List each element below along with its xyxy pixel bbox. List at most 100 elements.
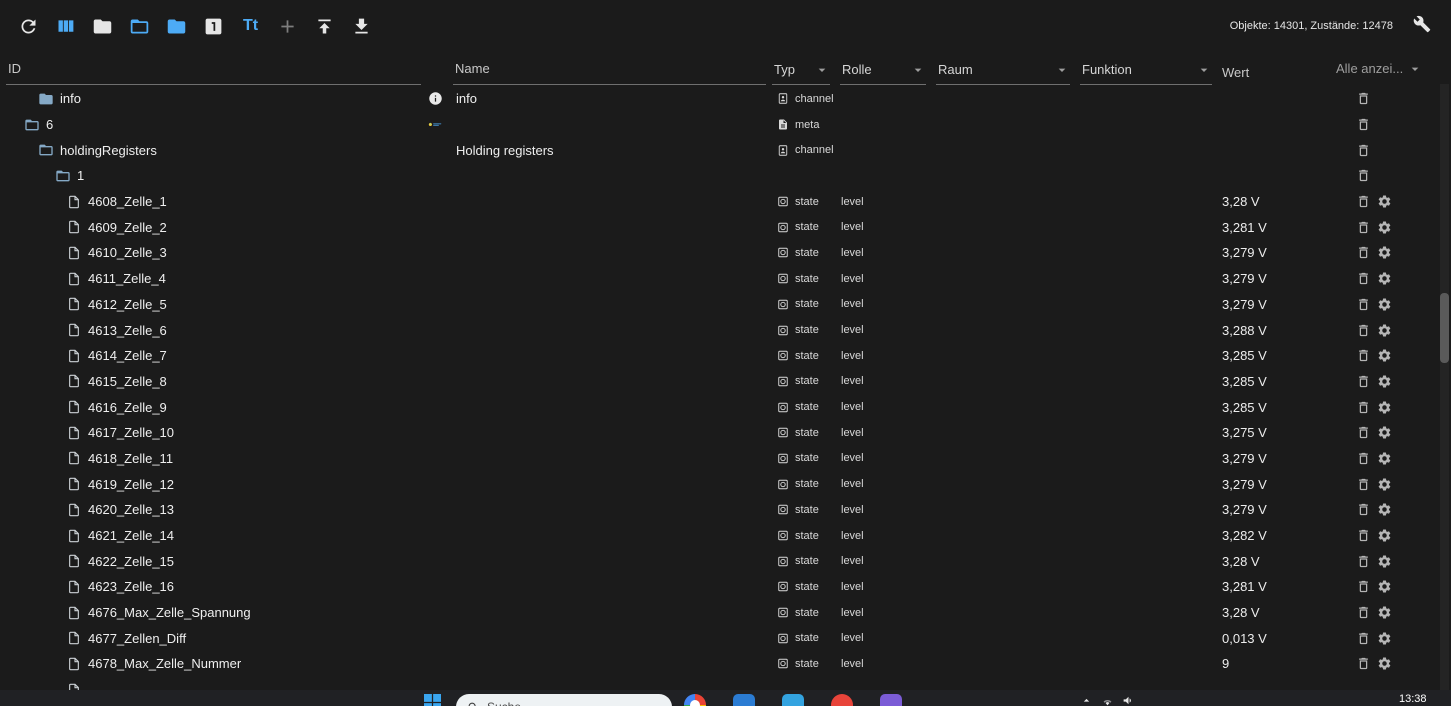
folder-icon[interactable] xyxy=(38,91,54,107)
table-row[interactable] xyxy=(0,677,1437,690)
table-row[interactable]: 4676_Max_Zelle_Spannung state level 3,28… xyxy=(0,600,1437,626)
table-row[interactable]: 4677_Zellen_Diff state level 0,013 V xyxy=(0,625,1437,651)
vertical-scrollbar-thumb[interactable] xyxy=(1440,293,1449,363)
settings-button[interactable] xyxy=(1377,579,1392,594)
function-filter-select[interactable]: Funktion xyxy=(1080,57,1212,85)
table-row[interactable]: 6 meta xyxy=(0,112,1437,138)
role-filter-select[interactable]: Rolle xyxy=(840,57,926,85)
taskbar-clock[interactable]: 13:38 xyxy=(1399,693,1427,705)
table-row[interactable]: 4611_Zelle_4 state level 3,279 V xyxy=(0,266,1437,292)
delete-button[interactable] xyxy=(1356,451,1371,466)
collapse-all-button[interactable] xyxy=(84,8,121,45)
settings-button[interactable] xyxy=(1377,477,1392,492)
expand-all-button[interactable] xyxy=(121,8,158,45)
room-filter-select[interactable]: Raum xyxy=(936,57,1070,85)
folder-open-icon[interactable] xyxy=(38,142,54,158)
delete-button[interactable] xyxy=(1356,168,1371,183)
table-row[interactable]: 4620_Zelle_13 state level 3,279 V xyxy=(0,497,1437,523)
add-object-button[interactable] xyxy=(269,8,306,45)
delete-button[interactable] xyxy=(1356,631,1371,646)
settings-button[interactable] xyxy=(1377,605,1392,620)
delete-button[interactable] xyxy=(1356,117,1371,132)
table-row[interactable]: 4623_Zelle_16 state level 3,281 V xyxy=(0,574,1437,600)
delete-button[interactable] xyxy=(1356,502,1371,517)
custom-filter-select[interactable]: Alle anzei... xyxy=(1334,56,1423,85)
delete-button[interactable] xyxy=(1356,425,1371,440)
table-row[interactable]: 4678_Max_Zelle_Nummer state level 9 xyxy=(0,651,1437,677)
settings-wrench-button[interactable] xyxy=(1407,11,1437,41)
import-objects-button[interactable] xyxy=(343,8,380,45)
delete-button[interactable] xyxy=(1356,348,1371,363)
table-row[interactable]: 4618_Zelle_11 state level 3,279 V xyxy=(0,446,1437,472)
settings-button[interactable] xyxy=(1377,400,1392,415)
vertical-scrollbar-track[interactable] xyxy=(1440,84,1449,690)
delete-button[interactable] xyxy=(1356,400,1371,415)
delete-button[interactable] xyxy=(1356,323,1371,338)
table-row[interactable]: 4615_Zelle_8 state level 3,285 V xyxy=(0,369,1437,395)
table-row[interactable]: 4610_Zelle_3 state level 3,279 V xyxy=(0,240,1437,266)
table-row[interactable]: 1 xyxy=(0,163,1437,189)
settings-button[interactable] xyxy=(1377,323,1392,338)
delete-button[interactable] xyxy=(1356,528,1371,543)
settings-button[interactable] xyxy=(1377,631,1392,646)
name-filter-input[interactable] xyxy=(453,56,766,85)
settings-button[interactable] xyxy=(1377,374,1392,389)
table-row[interactable]: 4614_Zelle_7 state level 3,285 V xyxy=(0,343,1437,369)
delete-button[interactable] xyxy=(1356,579,1371,594)
network-icon[interactable] xyxy=(1101,694,1114,706)
delete-button[interactable] xyxy=(1356,245,1371,260)
folder-open-icon[interactable] xyxy=(24,117,40,133)
settings-button[interactable] xyxy=(1377,528,1392,543)
blue-app-icon[interactable] xyxy=(733,694,755,706)
settings-button[interactable] xyxy=(1377,297,1392,312)
delete-button[interactable] xyxy=(1356,297,1371,312)
settings-button[interactable] xyxy=(1377,656,1392,671)
settings-button[interactable] xyxy=(1377,271,1392,286)
type-filter-select[interactable]: Typ xyxy=(772,57,830,85)
export-objects-button[interactable] xyxy=(306,8,343,45)
delete-button[interactable] xyxy=(1356,220,1371,235)
toggle-names-button[interactable]: Tt xyxy=(232,8,269,45)
table-row[interactable]: 4619_Zelle_12 state level 3,279 V xyxy=(0,471,1437,497)
table-row[interactable]: info info channel xyxy=(0,86,1437,112)
settings-button[interactable] xyxy=(1377,348,1392,363)
expand-one-level-button[interactable] xyxy=(195,8,232,45)
table-row[interactable]: holdingRegisters Holding registers chann… xyxy=(0,137,1437,163)
table-row[interactable]: 4616_Zelle_9 state level 3,285 V xyxy=(0,394,1437,420)
settings-button[interactable] xyxy=(1377,451,1392,466)
folder-open-icon[interactable] xyxy=(55,168,71,184)
table-row[interactable]: 4621_Zelle_14 state level 3,282 V xyxy=(0,523,1437,549)
table-row[interactable]: 4612_Zelle_5 state level 3,279 V xyxy=(0,292,1437,318)
delete-button[interactable] xyxy=(1356,477,1371,492)
delete-button[interactable] xyxy=(1356,143,1371,158)
delete-button[interactable] xyxy=(1356,554,1371,569)
chevron-up-icon[interactable] xyxy=(1080,694,1093,706)
settings-button[interactable] xyxy=(1377,245,1392,260)
settings-button[interactable] xyxy=(1377,220,1392,235)
delete-button[interactable] xyxy=(1356,374,1371,389)
table-row[interactable]: 4608_Zelle_1 state level 3,28 V xyxy=(0,189,1437,215)
table-row[interactable]: 4613_Zelle_6 state level 3,288 V xyxy=(0,317,1437,343)
id-filter-input[interactable] xyxy=(6,56,421,85)
delete-button[interactable] xyxy=(1356,91,1371,106)
table-row[interactable]: 4609_Zelle_2 state level 3,281 V xyxy=(0,214,1437,240)
delete-button[interactable] xyxy=(1356,605,1371,620)
lightblue-app-icon[interactable] xyxy=(782,694,804,706)
settings-button[interactable] xyxy=(1377,425,1392,440)
settings-button[interactable] xyxy=(1377,502,1392,517)
view-columns-button[interactable] xyxy=(47,8,84,45)
purple-app-icon[interactable] xyxy=(880,694,902,706)
volume-icon[interactable] xyxy=(1122,694,1135,706)
windows-start-button[interactable] xyxy=(424,694,441,706)
delete-button[interactable] xyxy=(1356,656,1371,671)
taskbar-search-box[interactable]: Suche xyxy=(456,694,672,706)
collapse-one-level-button[interactable] xyxy=(158,8,195,45)
settings-button[interactable] xyxy=(1377,194,1392,209)
delete-button[interactable] xyxy=(1356,194,1371,209)
refresh-button[interactable] xyxy=(10,8,47,45)
table-row[interactable]: 4622_Zelle_15 state level 3,28 V xyxy=(0,548,1437,574)
delete-button[interactable] xyxy=(1356,271,1371,286)
settings-button[interactable] xyxy=(1377,554,1392,569)
browser-app-icon[interactable] xyxy=(684,694,706,706)
table-row[interactable]: 4617_Zelle_10 state level 3,275 V xyxy=(0,420,1437,446)
